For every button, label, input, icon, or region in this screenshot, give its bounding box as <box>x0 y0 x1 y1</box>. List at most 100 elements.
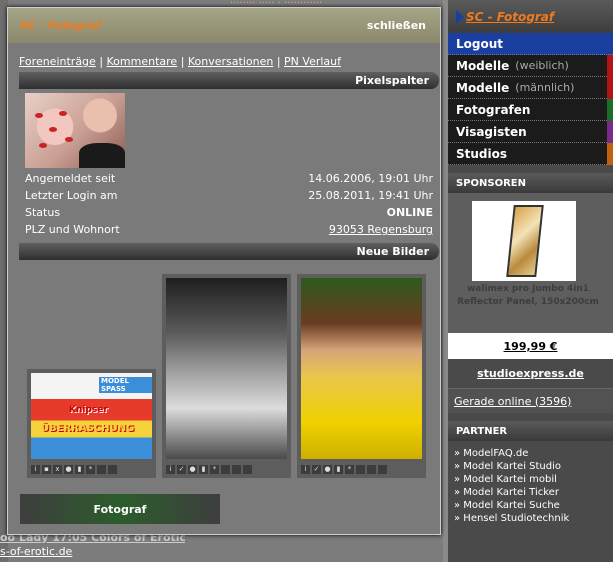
star-icon[interactable]: * <box>345 465 354 474</box>
background-link-2[interactable]: s-of-erotic.de <box>0 545 185 558</box>
nav-visagisten[interactable]: Visagisten <box>448 121 613 143</box>
box-icon[interactable] <box>97 465 106 474</box>
partner-link[interactable]: » Model Kartei Suche <box>454 499 613 512</box>
nav-logout[interactable]: Logout <box>448 33 613 55</box>
nav-sub-label: (männlich) <box>515 81 575 94</box>
partner-link[interactable]: » Model Kartei mobil <box>454 473 613 486</box>
thumbnail-1[interactable]: MODEL SPASS Knipser ÜBERRASCHUNG i ▪ x ●… <box>27 369 156 478</box>
nav-studios[interactable]: Studios <box>448 143 613 165</box>
box-icon[interactable] <box>108 465 117 474</box>
info-label: Letzter Login am <box>25 189 118 202</box>
nav-color-strip <box>607 99 613 121</box>
stats-icon[interactable]: ▮ <box>334 465 343 474</box>
sponsors-heading: SPONSOREN <box>448 173 613 193</box>
nav-label: Visagisten <box>456 124 527 139</box>
person-icon[interactable]: ● <box>323 465 332 474</box>
thumbnail-icon-bar: i ▪ x ● ▮ * <box>31 465 117 475</box>
thumbnail-3[interactable]: i ✓ ● ▮ * <box>297 274 426 478</box>
partner-list: » ModelFAQ.de » Model Kartei Studio » Mo… <box>448 441 613 525</box>
box-icon[interactable] <box>356 465 365 474</box>
link-konversationen[interactable]: Konversationen <box>188 55 273 68</box>
info-last-login: Letzter Login am 25.08.2011, 19:41 Uhr <box>25 189 433 205</box>
sponsor-link[interactable]: studioexpress.de <box>448 359 613 389</box>
box-icon[interactable] <box>232 465 241 474</box>
info-label: PLZ und Wohnort <box>25 223 120 236</box>
star-icon[interactable]: * <box>86 465 95 474</box>
thumbnail-image[interactable]: MODEL SPASS Knipser ÜBERRASCHUNG <box>31 373 152 459</box>
stats-icon[interactable]: ▮ <box>75 465 84 474</box>
info-icon[interactable]: i <box>301 465 310 474</box>
kiss-mark <box>59 111 67 116</box>
thumbnail-icon-bar: i ✓ ● ▮ * <box>166 465 252 475</box>
partner-link[interactable]: » Model Kartei Studio <box>454 460 613 473</box>
info-member-since: Angemeldet seit 14.06.2006, 19:01 Uhr <box>25 172 433 188</box>
xxl-icon[interactable]: x <box>53 465 62 474</box>
info-label: Status <box>25 206 61 219</box>
partner-link[interactable]: » Model Kartei Ticker <box>454 486 613 499</box>
sponsor-box[interactable]: walimex pro Jumbo 4in1 Reflector Panel, … <box>448 193 613 333</box>
nav-color-strip <box>607 55 613 77</box>
thumb-overlay-top: MODEL SPASS <box>99 377 152 393</box>
sponsor-price[interactable]: 199,99 € <box>448 333 613 359</box>
thumbnail-image[interactable] <box>301 278 422 459</box>
arrow-right-icon <box>456 10 464 24</box>
box-icon[interactable] <box>221 465 230 474</box>
close-button[interactable]: schließen <box>367 19 426 32</box>
link-separator: | <box>276 55 285 68</box>
sponsor-caption[interactable]: walimex pro Jumbo 4in1 Reflector Panel, … <box>448 283 608 309</box>
star-icon[interactable]: * <box>210 465 219 474</box>
link-pn-verlauf[interactable]: PN Verlauf <box>284 55 341 68</box>
check-icon[interactable]: ✓ <box>177 465 186 474</box>
nav-sub-label: (weiblich) <box>515 59 569 72</box>
box-icon[interactable] <box>243 465 252 474</box>
section-bar-pixelspalter: Pixelspalter <box>19 72 439 89</box>
profile-links: Foreneinträge | Kommentare | Konversatio… <box>19 55 341 68</box>
status-value: ONLINE <box>386 206 433 219</box>
right-sidebar: SC - Fotograf Logout Modelle (weiblich) … <box>448 0 613 562</box>
nav-modelle-weiblich[interactable]: Modelle (weiblich) <box>448 55 613 77</box>
thumb-overlay-bottom: ÜBERRASCHUNG <box>41 423 135 434</box>
box-icon[interactable] <box>378 465 387 474</box>
info-status: Status ONLINE <box>25 206 433 222</box>
partner-link[interactable]: » Hensel Studiotechnik <box>454 512 613 525</box>
thumb-overlay-mid: Knipser <box>69 405 108 415</box>
fotograf-button[interactable]: Fotograf <box>20 494 220 524</box>
nav-label: Modelle <box>456 80 510 95</box>
nav-label: Logout <box>456 36 504 51</box>
nav-label: Studios <box>456 146 508 161</box>
nav-fotografen[interactable]: Fotografen <box>448 99 613 121</box>
sidebar-brand-label[interactable]: SC - Fotograf <box>466 10 554 24</box>
stats-icon[interactable]: ▮ <box>199 465 208 474</box>
sponsor-product-image[interactable] <box>472 201 576 281</box>
info-icon[interactable]: i <box>166 465 175 474</box>
reflector-panel-image <box>506 205 544 277</box>
profile-photo[interactable] <box>25 93 125 168</box>
link-separator: | <box>99 55 107 68</box>
kiss-mark <box>35 113 43 118</box>
box-icon[interactable] <box>367 465 376 474</box>
section-bar-neue-bilder: Neue Bilder <box>19 243 439 260</box>
thumbnail-icon-bar: i ✓ ● ▮ * <box>301 465 387 475</box>
partner-link[interactable]: » ModelFAQ.de <box>454 447 613 460</box>
nav-modelle-maennlich[interactable]: Modelle (männlich) <box>448 77 613 99</box>
thumbnail-2[interactable]: i ✓ ● ▮ * <box>162 274 291 478</box>
link-foreneintraege[interactable]: Foreneinträge <box>19 55 96 68</box>
link-kommentare[interactable]: Kommentare <box>107 55 178 68</box>
nav-label: Fotografen <box>456 102 531 117</box>
sidebar-brand[interactable]: SC - Fotograf <box>448 0 613 33</box>
info-label: Angemeldet seit <box>25 172 116 185</box>
person-icon[interactable]: ● <box>188 465 197 474</box>
partner-heading: PARTNER <box>448 421 613 441</box>
info-icon[interactable]: i <box>31 465 40 474</box>
online-count-link[interactable]: Gerade online (3596) <box>448 389 613 413</box>
lock-icon[interactable]: ▪ <box>42 465 51 474</box>
kiss-mark <box>49 127 57 132</box>
person-icon[interactable]: ● <box>64 465 73 474</box>
kiss-mark <box>39 143 47 148</box>
modal-title: SC - Fotograf <box>20 19 101 32</box>
photo-shirt <box>79 143 125 168</box>
plz-link[interactable]: 93053 Regensburg <box>329 223 433 239</box>
thumbnail-image[interactable] <box>166 278 287 459</box>
info-value: 14.06.2006, 19:01 Uhr <box>308 172 433 185</box>
check-icon[interactable]: ✓ <box>312 465 321 474</box>
